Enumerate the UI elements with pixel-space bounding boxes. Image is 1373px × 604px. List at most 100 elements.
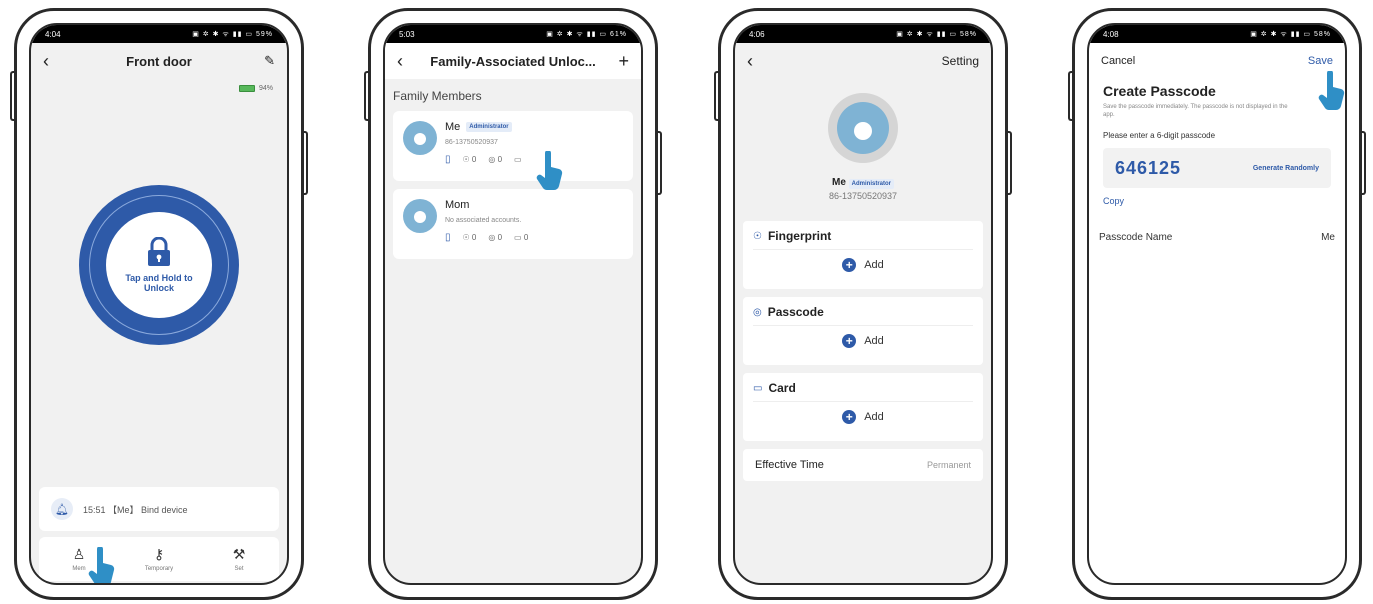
status-battery: 58% — [1313, 30, 1331, 38]
add-label: Add — [864, 335, 884, 347]
screen: 4:06 ▣ ✲ ✱ ᯤ ▮▮ ▭ 58% ‹ Setting Me Admin… — [733, 23, 993, 585]
unlock-label: Tap and Hold to Unlock — [125, 273, 193, 293]
tab-label: Temporary — [144, 566, 174, 572]
battery-level: 94% — [258, 85, 273, 92]
edit-pencil-icon[interactable]: ✎ — [255, 53, 275, 69]
phone-member-detail: 4:06 ▣ ✲ ✱ ᯤ ▮▮ ▭ 58% ‹ Setting Me Admin… — [714, 8, 1012, 600]
member-name: Mom — [445, 199, 470, 211]
member-status: No associated accounts. — [445, 217, 522, 224]
copy-button[interactable]: Copy — [1089, 196, 1345, 206]
notice-text: 15:51 【Me】 Bind device — [83, 504, 188, 515]
status-icons: ▣ ✲ ✱ ᯤ ▮▮ ▭ 61% — [546, 30, 627, 38]
page-description: Save the passcode immediately. The passc… — [1103, 104, 1288, 119]
save-button[interactable]: Save — [1308, 55, 1333, 67]
status-time: 4:06 — [749, 29, 765, 39]
add-card-button[interactable]: + Add — [753, 410, 973, 424]
effective-label: Effective Time — [755, 459, 824, 471]
page-title: Create Passcode — [1103, 83, 1216, 99]
tap-hand-icon — [536, 151, 563, 191]
passcode-section: ◎ Passcode + Add — [743, 297, 983, 365]
unlock-inner: Tap and Hold to Unlock — [106, 212, 212, 318]
card-value: 0 — [523, 233, 529, 242]
passcode-icon: ◎ — [753, 306, 762, 318]
status-battery: 61% — [609, 30, 627, 38]
back-icon[interactable]: ‹ — [397, 51, 417, 72]
member-item-me[interactable]: Me Administrator 86-13750520937 ▯ ☉ 0 ◎ … — [393, 111, 633, 181]
generate-randomly-button[interactable]: Generate Randomly — [1253, 165, 1319, 172]
passcode-count: ◎ 0 — [488, 233, 503, 242]
activity-notice[interactable]: 🔔︎ 15:51 【Me】 Bind device — [39, 487, 279, 531]
status-icons: ▣ ✲ ✱ ᯤ ▮▮ ▭ 58% — [1250, 30, 1331, 38]
member-item-mom[interactable]: Mom No associated accounts. ▯ ☉ 0 ◎ 0 ▭ … — [393, 189, 633, 259]
card-count: ▭ — [514, 155, 522, 164]
tab-set[interactable]: ⚒ Set — [209, 546, 269, 572]
status-time: 4:04 — [45, 29, 61, 39]
plus-circle-icon: + — [842, 258, 857, 272]
effective-time-row[interactable]: Effective Time Permanent — [743, 449, 983, 481]
tab-label: Mem — [72, 566, 86, 572]
plus-circle-icon: + — [842, 334, 857, 348]
status-icons: ▣ ✲ ✱ ᯤ ▮▮ ▭ 59% — [192, 30, 273, 38]
section-title: Card — [768, 381, 796, 395]
bell-icon: 🔔︎ — [51, 498, 73, 520]
fp-value: 0 — [471, 155, 477, 164]
status-icons: ▣ ✲ ✱ ᯤ ▮▮ ▭ 58% — [896, 30, 977, 38]
passcode-field[interactable]: 646125 Generate Randomly — [1103, 148, 1331, 189]
status-bar: 5:03 ▣ ✲ ✱ ᯤ ▮▮ ▭ 61% — [385, 25, 641, 43]
member-name: Me — [831, 177, 846, 188]
fingerprint-section: ☉ Fingerprint + Add — [743, 221, 983, 289]
phone-create-passcode: 4:08 ▣ ✲ ✱ ᯤ ▮▮ ▭ 58% Cancel Save Create… — [1068, 8, 1366, 600]
unlock-ring: Tap and Hold to Unlock — [89, 195, 229, 335]
add-passcode-button[interactable]: + Add — [753, 334, 973, 348]
cancel-button[interactable]: Cancel — [1101, 55, 1135, 67]
avatar — [828, 93, 898, 163]
member-phone: 86-13750520937 — [828, 191, 898, 201]
role-badge: Administrator — [848, 179, 895, 189]
passcode-name-row[interactable]: Passcode Name Me — [1089, 232, 1345, 243]
add-label: Add — [864, 411, 884, 423]
section-title: Family Members — [393, 89, 482, 103]
pc-value: 0 — [497, 233, 503, 242]
status-battery: 59% — [255, 30, 273, 38]
plus-circle-icon: + — [842, 410, 857, 424]
back-icon[interactable]: ‹ — [747, 51, 767, 72]
avatar — [403, 199, 437, 233]
tap-hand-icon — [88, 547, 115, 583]
passcode-count: ◎ 0 — [488, 155, 503, 164]
fingerprint-count: ☉ 0 — [462, 155, 477, 164]
setting-link[interactable]: Setting — [933, 54, 979, 68]
page-title: Front door — [126, 53, 192, 69]
nav-bar: ‹ Family-Associated Unloc... + — [385, 43, 641, 79]
nav-bar: Cancel Save — [1089, 43, 1345, 79]
battery-icon — [238, 85, 255, 92]
passcode-value: 646125 — [1115, 157, 1182, 178]
tools-icon: ⚒ — [232, 546, 246, 562]
lock-icon — [148, 237, 170, 266]
person-icon: ♙ — [72, 546, 86, 562]
tab-temporary[interactable]: ⚷ Temporary — [129, 546, 189, 572]
page-title: Family-Associated Unloc... — [430, 53, 596, 69]
tab-label: Set — [234, 566, 244, 572]
add-fingerprint-button[interactable]: + Add — [753, 258, 973, 272]
fingerprint-count: ☉ 0 — [462, 233, 477, 242]
role-badge: Administrator — [466, 122, 512, 132]
back-icon[interactable]: ‹ — [43, 51, 63, 72]
member-name-row: Me Administrator — [735, 177, 991, 189]
phone-icon: ▯ — [445, 154, 451, 165]
add-icon[interactable]: + — [609, 51, 629, 72]
avatar — [403, 121, 437, 155]
phone-family-members: 5:03 ▣ ✲ ✱ ᯤ ▮▮ ▭ 61% ‹ Family-Associate… — [364, 8, 662, 600]
status-battery: 58% — [959, 30, 977, 38]
battery-indicator: 94% — [31, 79, 287, 98]
card-count: ▭ 0 — [514, 233, 529, 242]
screen: 4:08 ▣ ✲ ✱ ᯤ ▮▮ ▭ 58% Cancel Save Create… — [1087, 23, 1347, 585]
passcode-name-value: Me — [1321, 232, 1335, 244]
passcode-name-label: Passcode Name — [1099, 232, 1173, 244]
section-title: Fingerprint — [767, 229, 832, 243]
section-title: Passcode — [767, 305, 824, 319]
status-time: 4:08 — [1103, 29, 1119, 39]
unlock-button[interactable]: Tap and Hold to Unlock — [79, 185, 239, 345]
passcode-label: Please enter a 6-digit passcode — [1103, 131, 1216, 141]
key-icon: ⚷ — [153, 546, 165, 562]
screen: 4:04 ▣ ✲ ✱ ᯤ ▮▮ ▭ 59% ‹ Front door ✎ 94% — [29, 23, 289, 585]
